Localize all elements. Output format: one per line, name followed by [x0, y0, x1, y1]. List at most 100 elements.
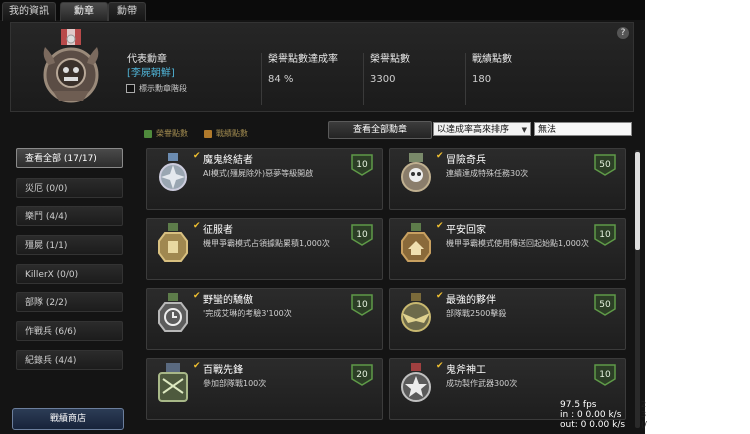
tab-ribbons[interactable]: 勳帶 — [108, 2, 146, 21]
network-stats-overlay: 97.5 fps in : 0 0.00 k/s out: 0 0.00 k/s — [560, 400, 625, 430]
completed-check-icon: ✔ — [436, 221, 444, 231]
points-value: 10 — [356, 300, 368, 310]
tab-medals[interactable]: 勳章 — [60, 2, 108, 21]
skull-medal-icon — [401, 153, 431, 192]
legend-battle: 戰績點數 — [204, 129, 248, 139]
game-window: 我的資訊 勳章 勳帶 ? 代表勳章 [李屍朝鮮] 榮譽點數達成率 84 % 榮譽… — [0, 0, 645, 434]
sidebar-item-disaster[interactable]: 災厄 (0/0) — [16, 178, 123, 198]
medal-card[interactable]: ✔ 最強的夥伴 部隊戰2500擊殺 50 — [389, 288, 626, 350]
medal-desc: AI模式(殭屍除外)惡夢等級開啟 — [203, 169, 314, 178]
medal-title: 魔鬼終結者 — [203, 155, 253, 166]
medal-list-scrollbar[interactable] — [635, 150, 640, 428]
medal-title: 征服者 — [203, 225, 233, 236]
honor-points-value: 3300 — [370, 74, 396, 85]
medal-card[interactable]: ✔ 平安回家 機甲爭霸模式使用傳送回起始點1,000次 10 — [389, 218, 626, 280]
points-value: 10 — [599, 370, 611, 380]
points-value: 50 — [599, 160, 611, 170]
battle-points-value: 180 — [472, 74, 492, 85]
honor-points-badge: 10 — [351, 224, 373, 246]
legend-honor-label: 榮譽點數 — [156, 129, 188, 138]
honor-points-badge: 50 — [594, 294, 616, 316]
help-icon[interactable]: ? — [617, 27, 629, 39]
points-value: 10 — [599, 230, 611, 240]
battle-points-label: 戰績點數 — [472, 54, 512, 65]
100th-medal-icon — [158, 363, 188, 402]
medal-list: ✔ 魔鬼終結者 AI模式(殭屍除外)惡夢等級開啟 10 ✔ 冒險奇兵 連續達成特… — [140, 142, 640, 430]
medal-title: 冒險奇兵 — [446, 155, 486, 166]
star-medal-icon — [401, 363, 431, 402]
medal-desc: 部隊戰2500擊殺 — [446, 309, 507, 318]
show-rank-checkbox[interactable]: 標示勳章階段 — [126, 84, 187, 94]
medal-desc: 機甲爭霸模式占領據點累積1,000次 — [203, 239, 330, 248]
view-all-medals-button[interactable]: 查看全部勳章 — [328, 121, 432, 139]
completed-check-icon: ✔ — [436, 361, 444, 371]
chevron-down-icon[interactable]: ▼ — [522, 123, 527, 137]
points-value: 10 — [356, 230, 368, 240]
completed-check-icon: ✔ — [436, 291, 444, 301]
honor-points-label: 榮譽點數 — [370, 54, 410, 65]
tab-my-info[interactable]: 我的資訊 — [2, 2, 56, 21]
edge-text: 2 3 (/ — [641, 400, 647, 430]
sidebar-item-record[interactable]: 紀錄兵 (4/4) — [16, 350, 123, 370]
sort-dropdown[interactable]: 以達成率高來排序 ▼ — [433, 122, 531, 136]
battle-swatch — [204, 129, 212, 138]
tab-bar: 我的資訊 勳章 勳帶 — [0, 0, 645, 21]
honor-points-block: 榮譽點數 3300 — [363, 53, 410, 105]
filter-input[interactable]: 無法 — [534, 122, 632, 136]
sidebar-item-zombie[interactable]: 殭屍 (1/1) — [16, 235, 123, 255]
honor-points-badge: 10 — [594, 224, 616, 246]
sidebar-item-battle[interactable]: 樂鬥 (4/4) — [16, 206, 123, 226]
medal-summary-panel: ? 代表勳章 [李屍朝鮮] 榮譽點數達成率 84 % 榮譽點數 3300 戰績點… — [10, 22, 634, 112]
medal-desc: 連續達成特殊任務30次 — [446, 169, 529, 178]
show-rank-label: 標示勳章階段 — [139, 84, 187, 93]
edge-text-a: 2 — [641, 400, 647, 409]
representative-medal-block: 代表勳章 [李屍朝鮮] — [121, 53, 175, 105]
completed-check-icon: ✔ — [193, 151, 201, 161]
sidebar-item-killerx[interactable]: KillerX (0/0) — [16, 264, 123, 284]
medal-card[interactable]: ✔ 魔鬼終結者 AI模式(殭屍除外)惡夢等級開啟 10 — [146, 148, 383, 210]
medal-title: 野蠻的驕傲 — [203, 295, 253, 306]
sidebar-item-squad[interactable]: 部隊 (2/2) — [16, 292, 123, 312]
medal-desc: 參加部隊戰100次 — [203, 379, 267, 388]
medal-card[interactable]: ✔ 百戰先鋒 參加部隊戰100次 20 — [146, 358, 383, 420]
representative-medal-icon — [43, 29, 99, 103]
category-sidebar: 查看全部 (17/17) 災厄 (0/0) 樂鬥 (4/4) 殭屍 (1/1) … — [8, 144, 124, 432]
honor-points-badge: 20 — [351, 364, 373, 386]
medal-card[interactable]: ✔ 冒險奇兵 連續達成特殊任務30次 50 — [389, 148, 626, 210]
clock-medal-icon — [158, 293, 188, 332]
honor-swatch — [144, 129, 152, 138]
checkbox-box[interactable] — [126, 84, 135, 93]
honor-points-badge: 10 — [351, 154, 373, 176]
medal-title: 百戰先鋒 — [203, 365, 243, 376]
medal-card[interactable]: ✔ 征服者 機甲爭霸模式占領據點累積1,000次 10 — [146, 218, 383, 280]
battle-points-block: 戰績點數 180 — [465, 53, 512, 105]
honor-rate-block: 榮譽點數達成率 84 % — [261, 53, 338, 105]
medal-desc: '完成艾琳的考驗3'100次 — [203, 309, 292, 318]
completed-check-icon: ✔ — [193, 361, 201, 371]
battle-shop-button[interactable]: 戰績商店 — [12, 408, 124, 430]
completed-check-icon: ✔ — [193, 291, 201, 301]
sidebar-item-all[interactable]: 查看全部 (17/17) — [16, 148, 123, 168]
scrollbar-thumb[interactable] — [635, 152, 640, 250]
honor-rate-label: 榮譽點數達成率 — [268, 54, 338, 65]
legend-honor: 榮譽點數 — [144, 129, 188, 139]
legend-battle-label: 戰績點數 — [216, 129, 248, 138]
points-value: 10 — [356, 160, 368, 170]
points-value: 20 — [356, 370, 368, 380]
edge-text-b: 3 — [641, 410, 647, 419]
rep-medal-name: [李屍朝鮮] — [127, 68, 175, 79]
completed-check-icon: ✔ — [436, 151, 444, 161]
sort-value: 以達成率高來排序 — [437, 125, 510, 135]
rep-medal-label: 代表勳章 — [127, 54, 167, 65]
medal-title: 平安回家 — [446, 225, 486, 236]
honor-points-badge: 50 — [594, 154, 616, 176]
house-medal-icon — [401, 223, 431, 262]
in-readout: in : 0 0.00 k/s — [560, 410, 622, 420]
edge-text-c: (/ — [641, 420, 647, 429]
completed-check-icon: ✔ — [193, 221, 201, 231]
eagle-medal-icon — [401, 293, 431, 332]
sidebar-item-combat[interactable]: 作戰兵 (6/6) — [16, 321, 123, 341]
medal-card[interactable]: ✔ 野蠻的驕傲 '完成艾琳的考驗3'100次 10 — [146, 288, 383, 350]
out-readout: out: 0 0.00 k/s — [560, 420, 626, 430]
points-value: 50 — [599, 300, 611, 310]
